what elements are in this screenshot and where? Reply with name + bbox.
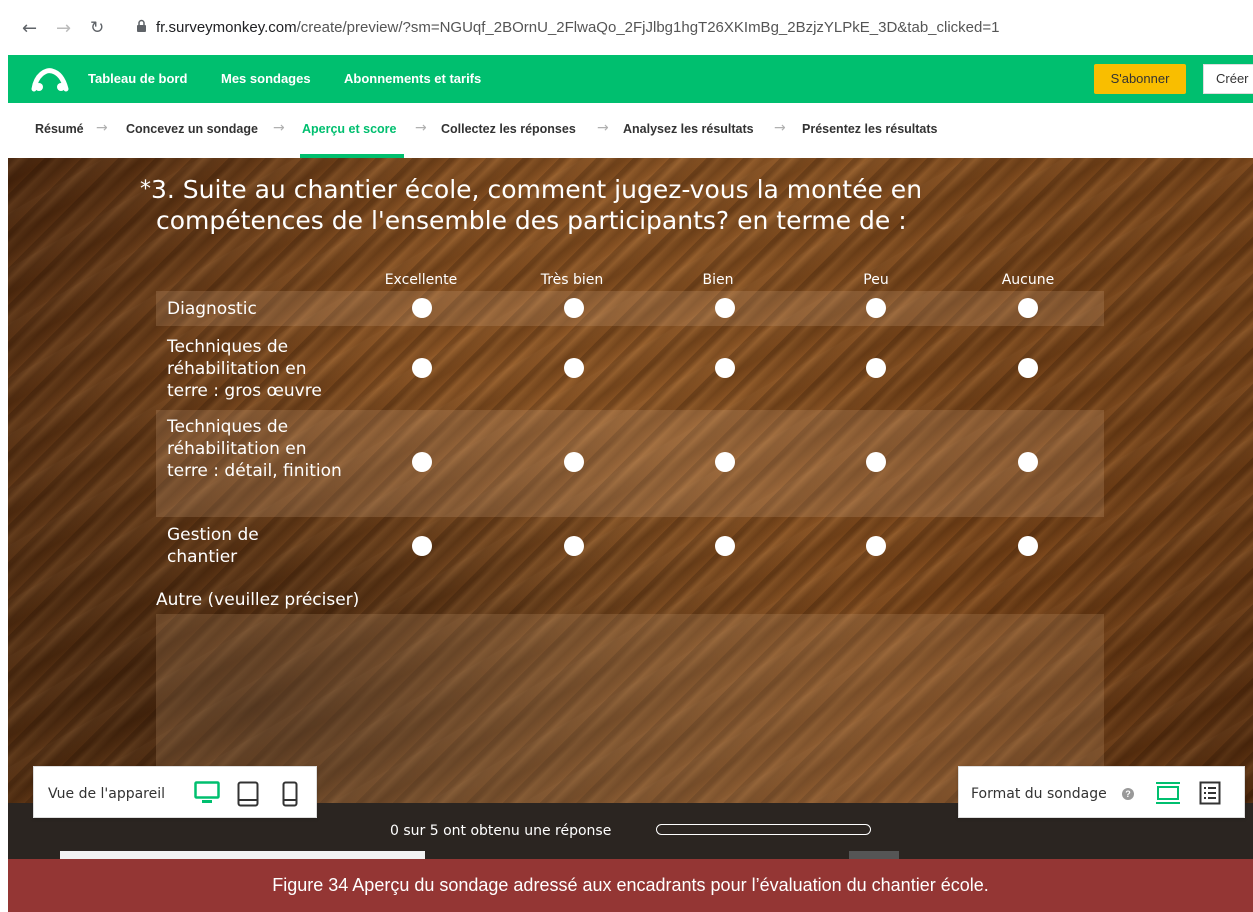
- column-header: Excellente: [384, 272, 458, 288]
- radio-button[interactable]: [715, 452, 735, 472]
- survey-format-panel: Format du sondage ?: [958, 766, 1245, 818]
- browser-bar: ← → ↻ fr.surveymonkey.com/create/preview…: [0, 0, 1253, 55]
- survey-format-label: Format du sondage: [971, 786, 1107, 802]
- address-bar[interactable]: fr.surveymonkey.com/create/preview/?sm=N…: [120, 11, 1253, 45]
- column-header: Aucune: [1001, 272, 1055, 288]
- radio-button[interactable]: [412, 452, 432, 472]
- surveymonkey-logo-icon[interactable]: [30, 65, 70, 93]
- forward-arrow-icon[interactable]: →: [56, 18, 71, 39]
- row-label: Gestion de chantier: [167, 525, 259, 567]
- back-arrow-icon[interactable]: ←: [22, 18, 37, 39]
- radio-button[interactable]: [412, 298, 432, 318]
- radio-button[interactable]: [715, 298, 735, 318]
- step-analyze[interactable]: Analysez les résultats: [623, 122, 754, 136]
- column-header: Bien: [702, 272, 734, 288]
- url-text: fr.surveymonkey.com/create/preview/?sm=N…: [156, 19, 1000, 36]
- device-view-panel: Vue de l'appareil: [33, 766, 317, 818]
- radio-button[interactable]: [564, 298, 584, 318]
- matrix-row: [156, 291, 1104, 326]
- radio-button[interactable]: [715, 358, 735, 378]
- nav-link-my-surveys[interactable]: Mes sondages: [221, 71, 311, 86]
- step-arrow-icon: →: [415, 120, 427, 136]
- radio-button[interactable]: [412, 358, 432, 378]
- mobile-icon[interactable]: [282, 781, 298, 807]
- radio-button[interactable]: [866, 298, 886, 318]
- radio-button[interactable]: [715, 536, 735, 556]
- radio-button[interactable]: [866, 452, 886, 472]
- step-arrow-icon: →: [273, 120, 285, 136]
- row-label: Techniques de réhabilitation en terre : …: [167, 337, 322, 401]
- create-survey-button[interactable]: Créer: [1203, 64, 1253, 94]
- figure-caption: Figure 34 Aperçu du sondage adressé aux …: [8, 859, 1253, 912]
- radio-button[interactable]: [866, 358, 886, 378]
- row-label: Diagnostic: [167, 299, 257, 319]
- device-view-label: Vue de l'appareil: [48, 786, 166, 802]
- nav-link-plans-pricing[interactable]: Abonnements et tarifs: [344, 71, 481, 86]
- tablet-icon[interactable]: [237, 781, 259, 807]
- column-header: Très bien: [540, 272, 604, 288]
- step-arrow-icon: →: [597, 120, 609, 136]
- radio-button[interactable]: [412, 536, 432, 556]
- radio-button[interactable]: [1018, 536, 1038, 556]
- step-arrow-icon: →: [774, 120, 786, 136]
- radio-button[interactable]: [1018, 298, 1038, 318]
- progress-bar: [656, 824, 871, 835]
- nav-link-dashboard[interactable]: Tableau de bord: [88, 71, 187, 86]
- workflow-steps: Résumé → Concevez un sondage → Aperçu et…: [8, 103, 1253, 158]
- radio-button[interactable]: [564, 358, 584, 378]
- reload-icon[interactable]: ↻: [90, 18, 104, 38]
- survey-preview: *3. Suite au chantier école, comment jug…: [8, 158, 1253, 851]
- top-navigation: Tableau de bord Mes sondages Abonnements…: [8, 55, 1253, 103]
- step-design[interactable]: Concevez un sondage: [126, 122, 258, 136]
- help-icon[interactable]: ?: [1122, 788, 1134, 800]
- required-marker: *: [140, 177, 151, 202]
- radio-button[interactable]: [1018, 358, 1038, 378]
- lock-icon: [137, 19, 146, 32]
- radio-button[interactable]: [1018, 452, 1038, 472]
- step-present[interactable]: Présentez les résultats: [802, 122, 938, 136]
- question-title: *3. Suite au chantier école, comment jug…: [140, 175, 923, 235]
- step-collect[interactable]: Collectez les réponses: [441, 122, 576, 136]
- subscribe-button[interactable]: S'abonner: [1094, 64, 1186, 94]
- step-preview[interactable]: Aperçu et score: [302, 122, 396, 136]
- classic-format-icon[interactable]: [1199, 781, 1221, 805]
- radio-button[interactable]: [564, 452, 584, 472]
- progress-text: 0 sur 5 ont obtenu une réponse: [390, 823, 612, 839]
- one-question-at-a-time-icon[interactable]: [1155, 781, 1181, 805]
- other-label: Autre (veuillez préciser): [156, 590, 360, 610]
- step-arrow-icon: →: [96, 120, 108, 136]
- step-summary[interactable]: Résumé: [35, 122, 84, 136]
- desktop-icon[interactable]: [194, 781, 220, 805]
- row-label: Techniques de réhabilitation en terre : …: [167, 417, 342, 481]
- column-header: Peu: [863, 272, 889, 288]
- radio-button[interactable]: [564, 536, 584, 556]
- radio-button[interactable]: [866, 536, 886, 556]
